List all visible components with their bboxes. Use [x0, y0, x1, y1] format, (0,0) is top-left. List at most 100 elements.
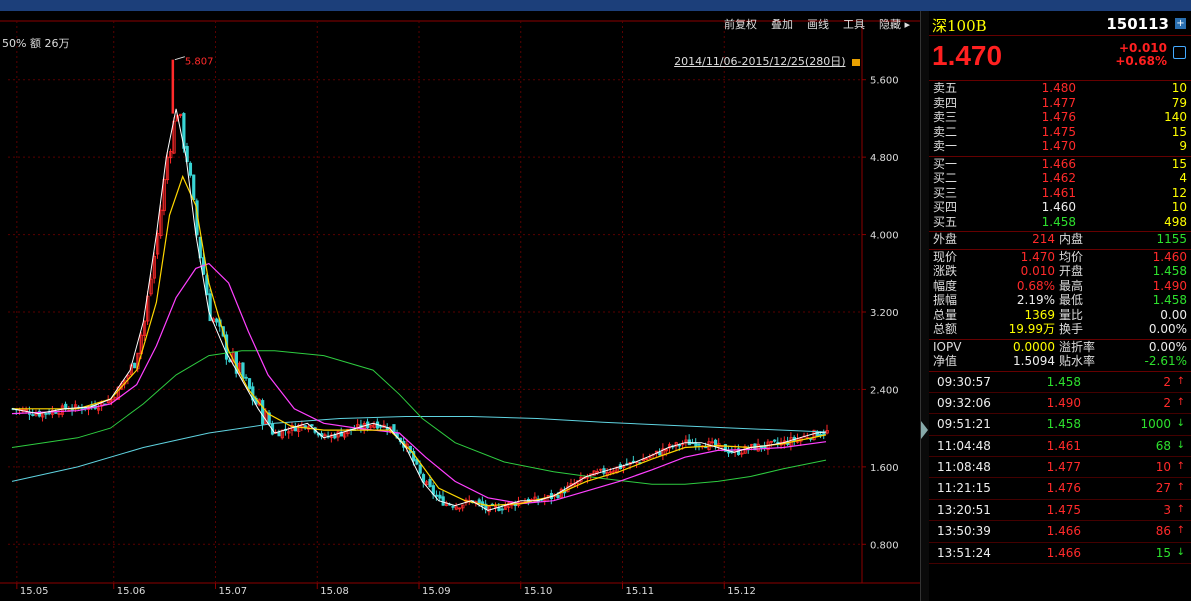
stat-label: 内盘	[1059, 232, 1084, 246]
bid-row[interactable]: 买五 1.458 498	[929, 215, 1191, 230]
bid-row[interactable]: 买一 1.466 15	[929, 157, 1191, 172]
stat-row: 总量 1369 量比 0.00	[929, 308, 1191, 323]
stat-label: 涨跌	[933, 264, 958, 278]
menu-draw[interactable]: 画线	[807, 16, 829, 32]
arrow-up-icon: ↑	[1176, 482, 1185, 494]
tick-list[interactable]: 09:30:57 1.458 2 ↑ 09:32:06 1.490 2 ↑ 09:51:21 1.…	[929, 372, 1191, 565]
stat-value: 1.458	[1152, 264, 1187, 278]
stat-value: 1.5094	[1013, 354, 1055, 368]
ask-row[interactable]: 卖二 1.475 15	[929, 125, 1191, 140]
stat-row: 净值 1.5094 贴水率 -2.61%	[929, 354, 1191, 369]
quote-panel: 深100B 150113 + 1.470 +0.010 +0.68% 卖五 1.4…	[929, 11, 1191, 601]
tick-price: 1.475	[1046, 502, 1081, 517]
y-tick-label: 1.600	[870, 463, 899, 474]
y-tick-label: 4.000	[870, 231, 899, 242]
ask-row[interactable]: 卖三 1.476 140	[929, 110, 1191, 125]
x-tick-label: 15.07	[219, 586, 248, 597]
arrow-up-icon: ↑	[1176, 396, 1185, 408]
ask-row[interactable]: 卖四 1.477 79	[929, 96, 1191, 111]
y-tick-label: 3.200	[870, 308, 899, 319]
menu-tools[interactable]: 工具	[843, 16, 865, 32]
stat-value: 1155	[1156, 232, 1187, 246]
y-tick-label: 2.400	[870, 385, 899, 396]
tick-price: 1.476	[1046, 481, 1081, 496]
candle-body	[451, 505, 455, 508]
candle-body	[435, 494, 439, 497]
lock-icon[interactable]	[852, 58, 860, 66]
candle-body	[44, 412, 48, 415]
candle-body	[658, 451, 662, 456]
stat-label: IOPV	[933, 339, 962, 354]
tick-time: 11:04:48	[937, 438, 991, 453]
peak-label: 5.807	[185, 57, 214, 68]
bid-row[interactable]: 买三 1.461 12	[929, 186, 1191, 201]
tick-row[interactable]: 09:51:21 1.458 1000 ↓	[929, 414, 1191, 436]
tick-row[interactable]: 11:04:48 1.461 68 ↓	[929, 436, 1191, 458]
arrow-up-icon: ↑	[1176, 375, 1185, 387]
tick-volume: 2	[1163, 395, 1171, 410]
stat-value: 0.00%	[1148, 339, 1187, 354]
ask-label: 卖五	[933, 81, 958, 95]
menu-hide[interactable]: 隐藏 ▸	[879, 16, 910, 32]
tick-row[interactable]: 13:50:39 1.466 86 ↑	[929, 521, 1191, 543]
arrow-up-icon: ↑	[1176, 461, 1185, 473]
tick-time: 09:30:57	[937, 374, 991, 389]
candle-body	[822, 432, 826, 436]
stat-value: 0.00%	[1148, 322, 1187, 336]
tick-volume: 27	[1155, 481, 1171, 496]
ask-volume: 9	[1179, 139, 1187, 153]
stat-value: 0.010	[1020, 264, 1055, 278]
bid-row[interactable]: 买四 1.460 10	[929, 200, 1191, 215]
stat-label: 总量	[933, 307, 958, 322]
tick-row[interactable]: 13:51:24 1.466 15 ↓	[929, 543, 1191, 565]
tick-row[interactable]: 11:08:48 1.477 10 ↑	[929, 457, 1191, 479]
tick-price: 1.458	[1046, 417, 1081, 432]
stat-row: 外盘 214 内盘 1155	[929, 232, 1191, 247]
bid-price: 1.466	[1041, 156, 1076, 171]
kline-chart-area[interactable]: 5.600 4.800 4.000 3.200 2.400 1.600 0.800 15.05…	[0, 11, 920, 601]
collapse-arrow-icon[interactable]	[921, 421, 928, 439]
tick-row[interactable]: 09:30:57 1.458 2 ↑	[929, 372, 1191, 393]
tick-price: 1.458	[1046, 374, 1081, 389]
candle-body	[188, 162, 193, 176]
menu-overlay[interactable]: 叠加	[771, 16, 793, 32]
kline-chart[interactable]: 5.600 4.800 4.000 3.200 2.400 1.600 0.800 15.05…	[0, 11, 920, 601]
stat-label: 换手	[1059, 322, 1084, 336]
x-tick-label: 15.11	[626, 586, 655, 597]
arrow-up-icon: ↑	[1176, 525, 1185, 537]
add-watchlist-icon[interactable]: +	[1175, 18, 1186, 29]
tick-price: 1.466	[1046, 524, 1081, 539]
ask-price: 1.470	[1041, 139, 1076, 153]
tick-row[interactable]: 13:20:51 1.475 3 ↑	[929, 500, 1191, 522]
stat-label: 最低	[1059, 293, 1084, 307]
change-pct: +0.68%	[1115, 54, 1167, 68]
bid-label: 买一	[933, 156, 958, 171]
menu-fuquan[interactable]: 前复权	[724, 16, 757, 32]
arrow-down-icon: ↓	[1176, 546, 1185, 558]
bid-volume: 15	[1171, 156, 1187, 171]
x-tick-label: 15.10	[524, 586, 553, 597]
chart-menu: 前复权 叠加 画线 工具 隐藏 ▸	[724, 16, 910, 32]
tick-row[interactable]: 09:32:06 1.490 2 ↑	[929, 393, 1191, 415]
alert-bell-icon[interactable]	[1173, 46, 1186, 59]
stat-label: 幅度	[933, 278, 958, 293]
ask-volume: 140	[1164, 110, 1187, 124]
bid-label: 买四	[933, 200, 958, 214]
y-tick-label: 0.800	[870, 540, 899, 551]
tick-time: 09:51:21	[937, 417, 991, 432]
tick-row[interactable]: 11:21:15 1.476 27 ↑	[929, 478, 1191, 500]
tick-price: 1.466	[1046, 545, 1081, 560]
ask-label: 卖一	[933, 139, 958, 153]
ask-row[interactable]: 卖一 1.470 9	[929, 139, 1191, 154]
x-tick-label: 15.12	[727, 586, 756, 597]
candle-body	[773, 439, 777, 442]
ask-row[interactable]: 卖五 1.480 10	[929, 81, 1191, 96]
candle-body	[697, 443, 701, 446]
candle-body	[261, 400, 265, 425]
candle-body	[244, 376, 248, 379]
bid-row[interactable]: 买二 1.462 4	[929, 171, 1191, 186]
panel-splitter[interactable]	[920, 11, 929, 601]
arrow-down-icon: ↓	[1176, 418, 1185, 430]
candle-body	[428, 479, 432, 487]
bid-price: 1.460	[1041, 200, 1076, 214]
